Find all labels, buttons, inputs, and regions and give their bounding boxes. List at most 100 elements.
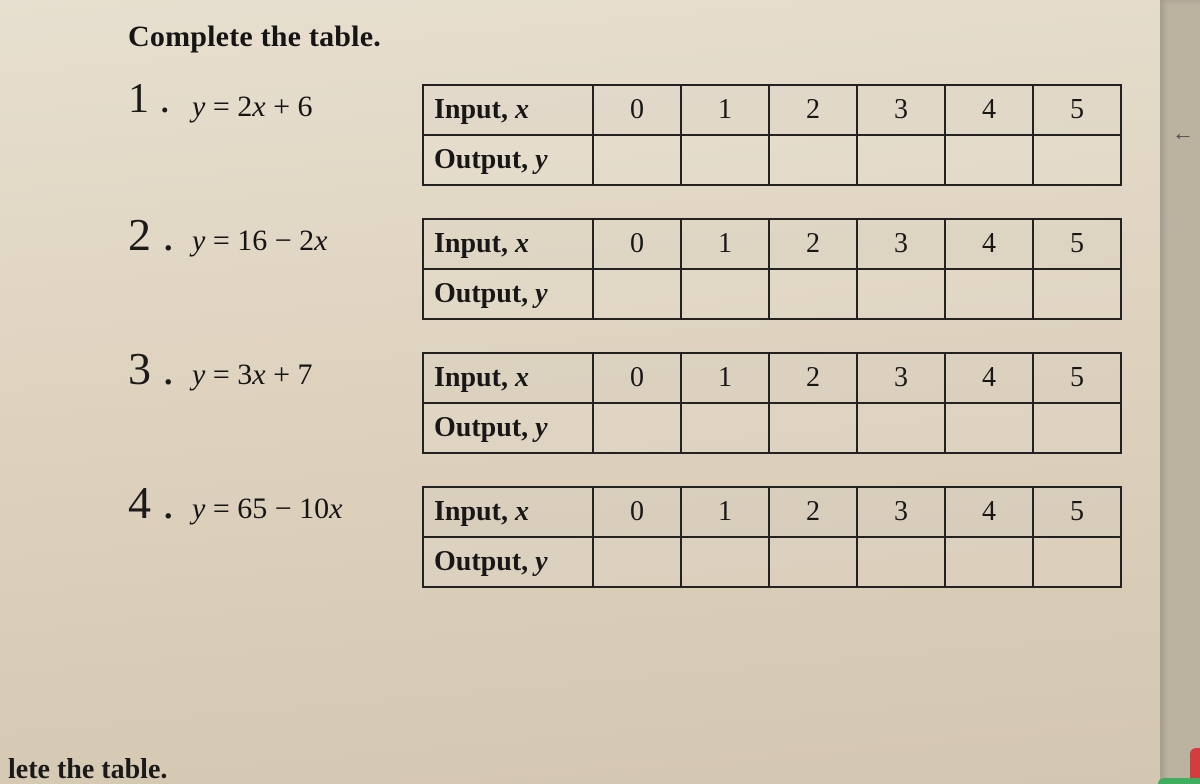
eqn-eq: = 65 − 10: [205, 492, 329, 525]
page-edge: ←: [1160, 0, 1200, 784]
input-label: Input, x: [423, 487, 593, 537]
input-cell: 0: [593, 487, 681, 537]
output-cell[interactable]: [857, 269, 945, 319]
output-cell[interactable]: [681, 269, 769, 319]
side-green-tab: [1158, 778, 1200, 784]
input-cell: 4: [945, 219, 1033, 269]
output-cell[interactable]: [945, 135, 1033, 185]
input-cell: 5: [1033, 353, 1121, 403]
input-cell: 0: [593, 219, 681, 269]
io-table: Input, x 0 1 2 3 4 5 Output, y: [422, 486, 1122, 588]
input-cell: 3: [857, 219, 945, 269]
eqn-tail: + 6: [266, 90, 313, 123]
input-cell: 0: [593, 85, 681, 135]
output-cell[interactable]: [769, 135, 857, 185]
input-row: Input, x 0 1 2 3 4 5: [423, 219, 1121, 269]
input-row: Input, x 0 1 2 3 4 5: [423, 353, 1121, 403]
input-cell: 4: [945, 487, 1033, 537]
eqn-eq: = 3: [205, 358, 252, 391]
io-table: Input, x 0 1 2 3 4 5 Output, y: [422, 352, 1122, 454]
output-cell[interactable]: [769, 403, 857, 453]
problem-1: 1 . y = 2x + 6 Input, x 0 1 2 3 4 5 Outp…: [128, 84, 1160, 186]
problem-number: 3 .: [128, 346, 192, 392]
output-cell[interactable]: [769, 537, 857, 587]
output-cell[interactable]: [945, 269, 1033, 319]
input-label: Input, x: [423, 219, 593, 269]
eqn-x: x: [329, 492, 342, 525]
eqn-y: y: [192, 224, 205, 257]
equation: y = 2x + 6: [192, 90, 422, 124]
input-cell: 2: [769, 353, 857, 403]
input-cell: 4: [945, 353, 1033, 403]
input-cell: 3: [857, 353, 945, 403]
eqn-y: y: [192, 492, 205, 525]
problem-4: 4 . y = 65 − 10x Input, x 0 1 2 3 4 5 Ou…: [128, 486, 1160, 588]
input-cell: 3: [857, 85, 945, 135]
input-row: Input, x 0 1 2 3 4 5: [423, 85, 1121, 135]
input-cell: 1: [681, 219, 769, 269]
output-label: Output, y: [423, 537, 593, 587]
input-cell: 0: [593, 353, 681, 403]
output-row: Output, y: [423, 403, 1121, 453]
eqn-y: y: [192, 358, 205, 391]
output-cell[interactable]: [1033, 403, 1121, 453]
cutoff-text: lete the table.: [0, 756, 167, 784]
output-label: Output, y: [423, 269, 593, 319]
equation: y = 65 − 10x: [192, 492, 422, 526]
input-cell: 1: [681, 353, 769, 403]
output-cell[interactable]: [593, 135, 681, 185]
output-cell[interactable]: [593, 537, 681, 587]
eqn-x: x: [252, 358, 265, 391]
problem-number: 2 .: [128, 212, 192, 258]
output-cell[interactable]: [857, 537, 945, 587]
eqn-y: y: [192, 90, 205, 123]
output-cell[interactable]: [593, 269, 681, 319]
equation: y = 3x + 7: [192, 358, 422, 392]
input-row: Input, x 0 1 2 3 4 5: [423, 487, 1121, 537]
eqn-eq: = 16 − 2: [205, 224, 314, 257]
output-row: Output, y: [423, 269, 1121, 319]
output-cell[interactable]: [593, 403, 681, 453]
output-cell[interactable]: [769, 269, 857, 319]
worksheet-page: Complete the table. 1 . y = 2x + 6 Input…: [0, 0, 1160, 784]
input-cell: 2: [769, 85, 857, 135]
input-cell: 5: [1033, 487, 1121, 537]
input-cell: 1: [681, 487, 769, 537]
output-cell[interactable]: [681, 135, 769, 185]
input-cell: 5: [1033, 85, 1121, 135]
input-label: Input, x: [423, 353, 593, 403]
problem-number: 4 .: [128, 480, 192, 526]
output-cell[interactable]: [1033, 135, 1121, 185]
output-row: Output, y: [423, 135, 1121, 185]
equation: y = 16 − 2x: [192, 224, 422, 258]
input-cell: 4: [945, 85, 1033, 135]
output-cell[interactable]: [857, 135, 945, 185]
input-cell: 2: [769, 487, 857, 537]
back-arrow-icon[interactable]: ←: [1172, 120, 1194, 146]
page-title: Complete the table.: [128, 20, 1160, 54]
input-cell: 5: [1033, 219, 1121, 269]
output-cell[interactable]: [945, 537, 1033, 587]
input-cell: 2: [769, 219, 857, 269]
eqn-eq: = 2: [205, 90, 252, 123]
eqn-x: x: [252, 90, 265, 123]
output-label: Output, y: [423, 403, 593, 453]
problem-2: 2 . y = 16 − 2x Input, x 0 1 2 3 4 5 Out…: [128, 218, 1160, 320]
problem-3: 3 . y = 3x + 7 Input, x 0 1 2 3 4 5 Outp…: [128, 352, 1160, 454]
problem-number: 1 .: [128, 78, 192, 120]
eqn-tail: + 7: [266, 358, 313, 391]
output-label: Output, y: [423, 135, 593, 185]
io-table: Input, x 0 1 2 3 4 5 Output, y: [422, 218, 1122, 320]
output-cell[interactable]: [945, 403, 1033, 453]
input-label: Input, x: [423, 85, 593, 135]
output-cell[interactable]: [1033, 537, 1121, 587]
output-cell[interactable]: [857, 403, 945, 453]
input-cell: 3: [857, 487, 945, 537]
output-cell[interactable]: [681, 537, 769, 587]
input-cell: 1: [681, 85, 769, 135]
output-cell[interactable]: [681, 403, 769, 453]
output-row: Output, y: [423, 537, 1121, 587]
output-cell[interactable]: [1033, 269, 1121, 319]
io-table: Input, x 0 1 2 3 4 5 Output, y: [422, 84, 1122, 186]
eqn-x: x: [314, 224, 327, 257]
